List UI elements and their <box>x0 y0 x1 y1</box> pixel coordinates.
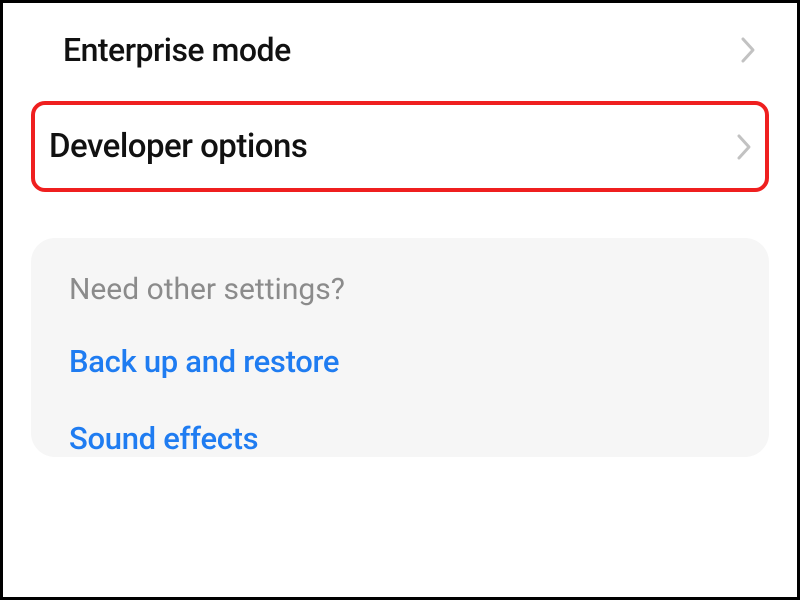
link-sound-effects[interactable]: Sound effects <box>69 420 741 457</box>
chevron-right-icon <box>739 35 757 65</box>
suggestion-card: Need other settings? Back up and restore… <box>31 238 769 457</box>
settings-label: Enterprise mode <box>63 31 291 69</box>
link-back-up-and-restore[interactable]: Back up and restore <box>69 343 741 380</box>
settings-label: Developer options <box>49 127 307 166</box>
chevron-right-icon <box>735 132 753 162</box>
settings-row-developer-options[interactable]: Developer options <box>35 105 765 188</box>
suggestion-title: Need other settings? <box>69 272 741 307</box>
highlight-developer-options: Developer options <box>31 101 769 192</box>
settings-row-enterprise-mode[interactable]: Enterprise mode <box>3 3 797 101</box>
